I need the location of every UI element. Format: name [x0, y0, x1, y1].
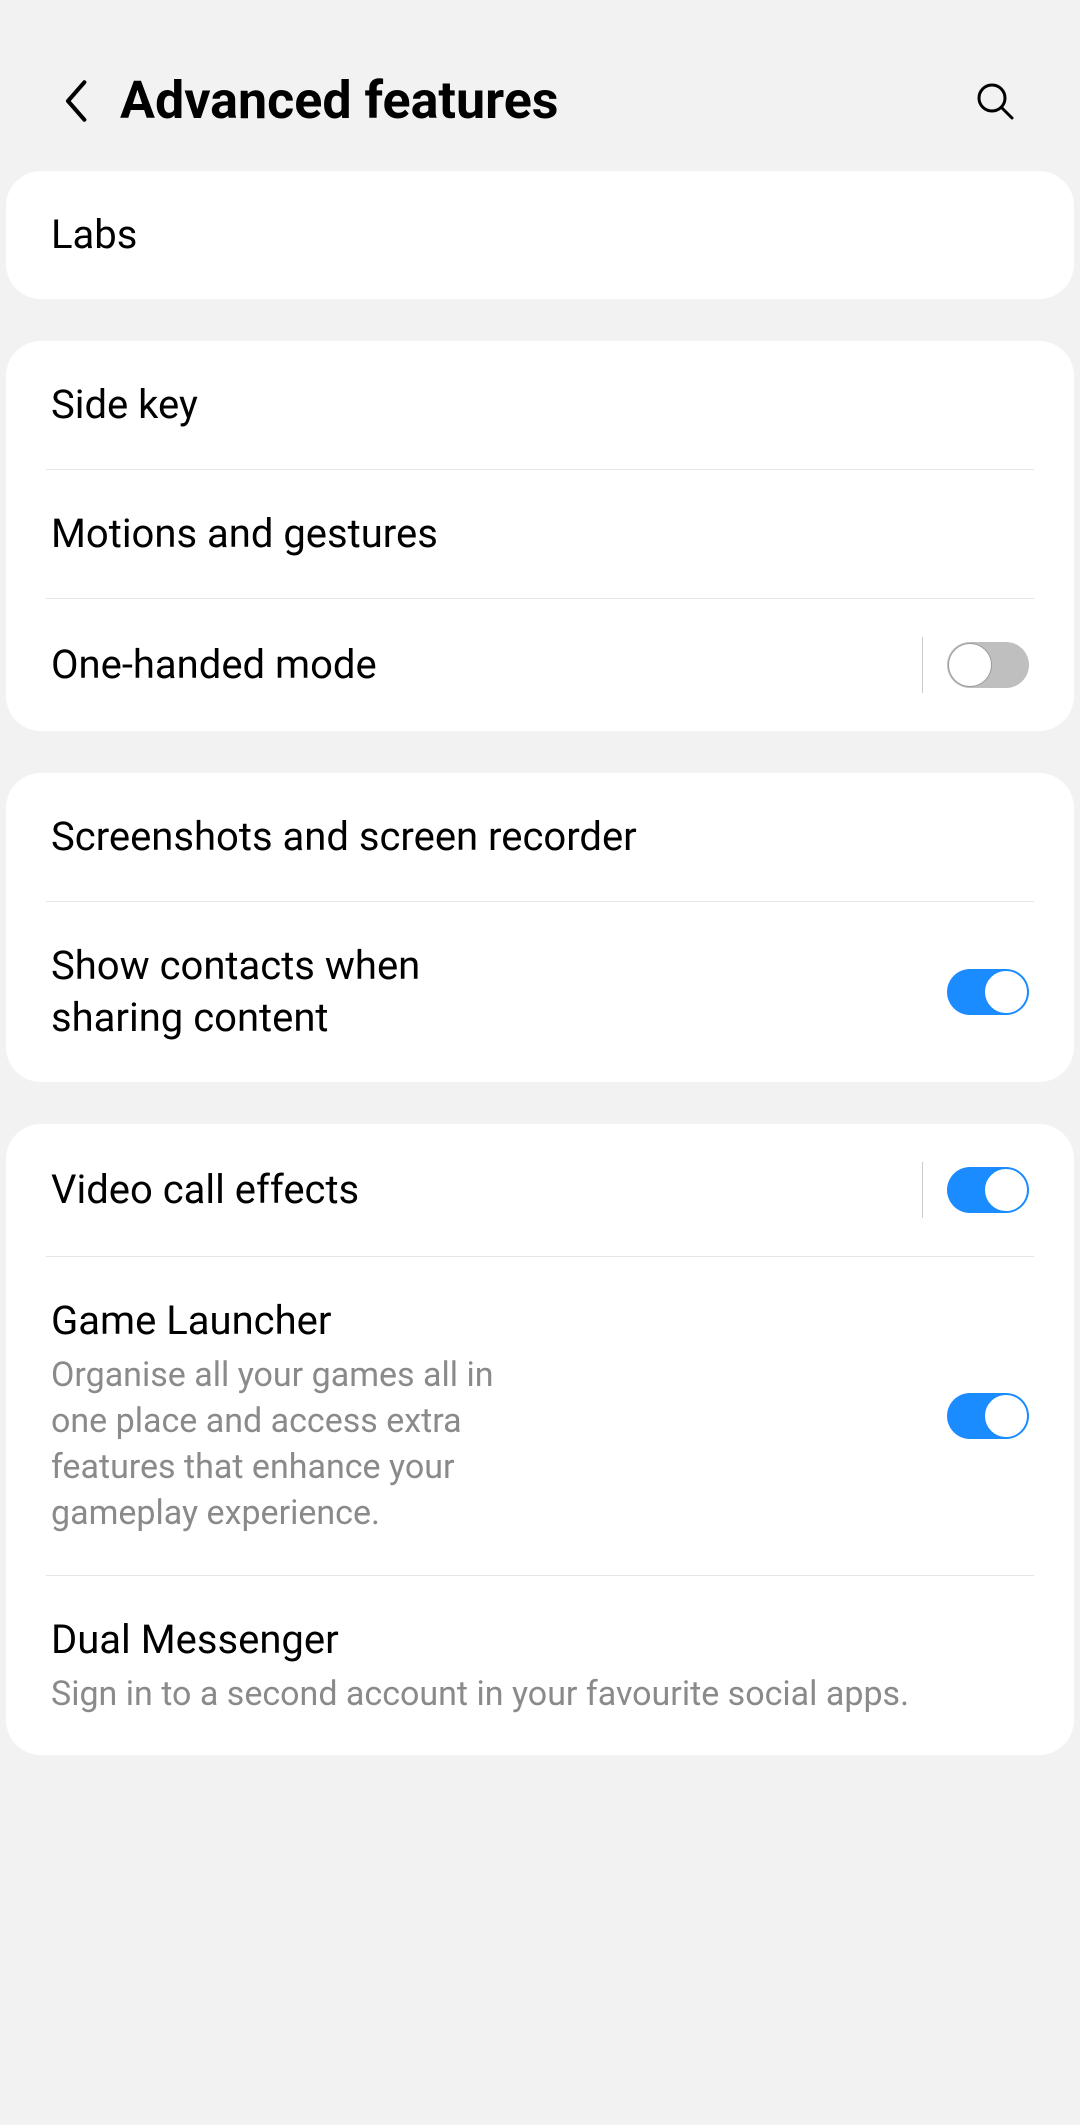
item-text: Dual Messenger Sign in to a second accou… [51, 1614, 1029, 1718]
setting-labs[interactable]: Labs [6, 171, 1074, 299]
item-description: Organise all your games all in one place… [51, 1353, 499, 1537]
item-label: Side key [51, 379, 1029, 431]
page-title: Advanced features [120, 70, 970, 131]
switch-thumb [948, 643, 992, 687]
setting-screenshots[interactable]: Screenshots and screen recorder [6, 773, 1074, 901]
switch-thumb [984, 970, 1028, 1014]
item-label: Dual Messenger [51, 1614, 1029, 1666]
item-text: Video call effects [51, 1164, 906, 1216]
setting-share-contacts[interactable]: Show contacts when sharing content [6, 902, 1074, 1082]
item-text: Screenshots and screen recorder [51, 811, 1029, 863]
search-button[interactable] [970, 76, 1020, 126]
setting-one-handed[interactable]: One-handed mode [6, 599, 1074, 731]
item-label: Motions and gestures [51, 508, 1029, 560]
chevron-left-icon [61, 77, 89, 125]
item-text: Labs [51, 209, 1029, 261]
item-label: Game Launcher [51, 1295, 499, 1347]
setting-game-launcher[interactable]: Game Launcher Organise all your games al… [6, 1257, 1074, 1575]
header: Advanced features [0, 0, 1080, 171]
one-handed-switch[interactable] [947, 642, 1029, 688]
video-effects-switch[interactable] [947, 1167, 1029, 1213]
item-text: Motions and gestures [51, 508, 1029, 560]
settings-group: Side key Motions and gestures One-handed… [6, 341, 1074, 731]
switch-thumb [984, 1168, 1028, 1212]
item-text: Side key [51, 379, 1029, 431]
item-label: Labs [51, 209, 1029, 261]
item-description: Sign in to a second account in your favo… [51, 1672, 1029, 1718]
setting-side-key[interactable]: Side key [6, 341, 1074, 469]
item-text: Show contacts when sharing content [51, 940, 499, 1044]
item-label: One-handed mode [51, 639, 906, 691]
share-contacts-switch[interactable] [947, 969, 1029, 1015]
vertical-separator [922, 637, 923, 693]
item-text: One-handed mode [51, 639, 906, 691]
item-label: Show contacts when sharing content [51, 940, 499, 1044]
game-launcher-switch[interactable] [947, 1393, 1029, 1439]
vertical-separator [922, 1162, 923, 1218]
settings-group: Labs [6, 171, 1074, 299]
setting-motions-gestures[interactable]: Motions and gestures [6, 470, 1074, 598]
switch-thumb [984, 1394, 1028, 1438]
settings-group: Screenshots and screen recorder Show con… [6, 773, 1074, 1082]
setting-video-effects[interactable]: Video call effects [6, 1124, 1074, 1256]
search-icon [975, 81, 1015, 121]
back-button[interactable] [50, 76, 100, 126]
settings-group: Video call effects Game Launcher Organis… [6, 1124, 1074, 1755]
item-text: Game Launcher Organise all your games al… [51, 1295, 499, 1537]
item-label: Video call effects [51, 1164, 906, 1216]
setting-dual-messenger[interactable]: Dual Messenger Sign in to a second accou… [6, 1576, 1074, 1756]
item-label: Screenshots and screen recorder [51, 811, 1029, 863]
